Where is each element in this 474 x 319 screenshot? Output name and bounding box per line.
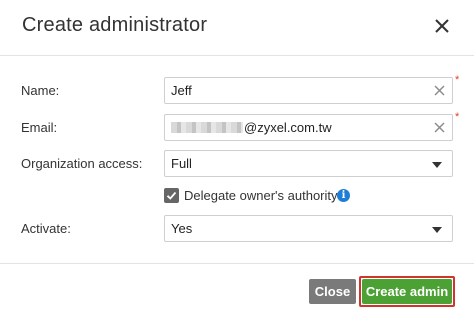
email-field[interactable]: @zyxel.com.tw bbox=[164, 114, 453, 141]
footer-divider bbox=[0, 263, 474, 264]
name-value: Jeff bbox=[171, 83, 192, 98]
name-label: Name: bbox=[21, 83, 60, 98]
name-required-mark: * bbox=[455, 74, 460, 86]
redacted-email-user bbox=[171, 122, 243, 133]
activate-label: Activate: bbox=[21, 221, 71, 236]
delegate-authority-checkbox[interactable] bbox=[164, 188, 179, 203]
clear-name-icon[interactable] bbox=[433, 84, 446, 97]
email-label: Email: bbox=[21, 120, 58, 135]
email-required-mark: * bbox=[455, 111, 460, 123]
clear-email-icon[interactable] bbox=[433, 121, 446, 134]
name-field[interactable]: Jeff bbox=[164, 77, 453, 104]
dialog-title: Create administrator bbox=[22, 14, 208, 36]
email-domain: @zyxel.com.tw bbox=[244, 120, 332, 135]
org-access-select[interactable]: Full bbox=[164, 150, 453, 177]
chevron-down-icon bbox=[432, 162, 442, 168]
activate-value: Yes bbox=[171, 221, 193, 236]
email-value: @zyxel.com.tw bbox=[171, 120, 332, 135]
close-icon[interactable] bbox=[430, 14, 454, 38]
delegate-authority-label: Delegate owner's authority bbox=[184, 188, 338, 203]
org-access-value: Full bbox=[171, 156, 192, 171]
activate-select[interactable]: Yes bbox=[164, 215, 453, 242]
checkmark-icon bbox=[166, 191, 177, 200]
info-icon[interactable]: i bbox=[337, 189, 350, 202]
create-administrator-dialog: Create administrator Name: Jeff * Email:… bbox=[0, 0, 474, 319]
close-button[interactable]: Close bbox=[309, 279, 356, 304]
chevron-down-icon bbox=[432, 227, 442, 233]
dialog-header: Create administrator bbox=[0, 0, 474, 56]
create-admin-button[interactable]: Create admin bbox=[362, 279, 452, 304]
org-access-label: Organization access: bbox=[21, 156, 143, 171]
close-icon-graphic bbox=[435, 19, 449, 33]
